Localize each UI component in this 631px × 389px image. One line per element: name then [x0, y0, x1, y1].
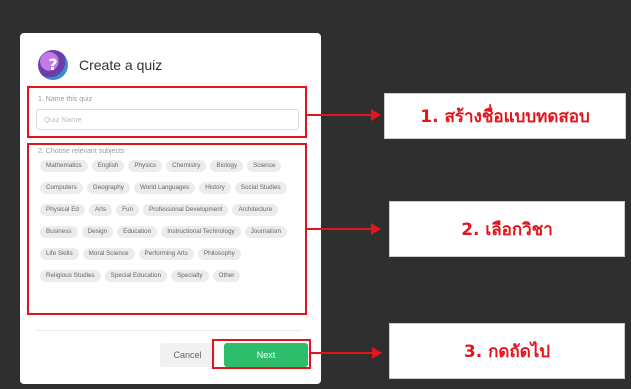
step3-arrow	[311, 347, 382, 359]
next-button-highlight	[212, 339, 311, 369]
footer-divider	[36, 330, 302, 331]
dialog-header: ? Create a quiz	[38, 47, 162, 83]
step1-callout: 1. สร้างชื่อแบบทดสอบ	[384, 93, 626, 139]
name-section-highlight	[27, 86, 307, 138]
step2-arrow	[307, 223, 381, 235]
subjects-section-highlight	[27, 143, 307, 315]
step3-callout: 3. กดถัดไป	[389, 323, 625, 379]
step2-callout: 2. เลือกวิชา	[389, 201, 625, 257]
quiz-logo-icon: ?	[38, 50, 68, 80]
step1-arrow	[307, 109, 381, 121]
dialog-title: Create a quiz	[79, 57, 163, 73]
cancel-button[interactable]: Cancel	[160, 343, 215, 367]
